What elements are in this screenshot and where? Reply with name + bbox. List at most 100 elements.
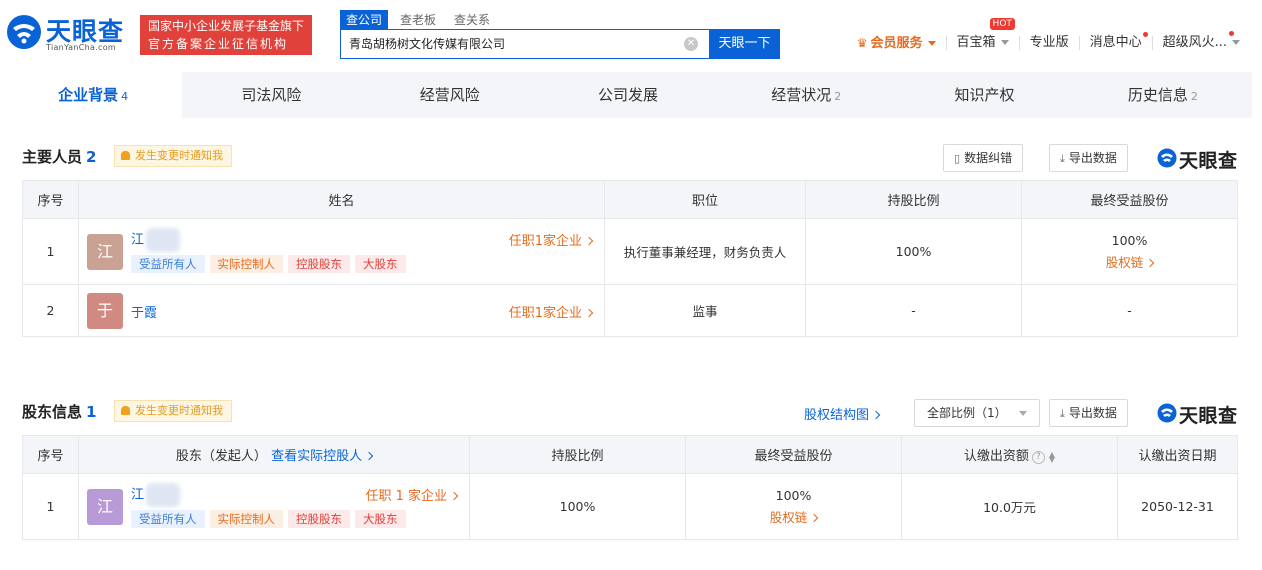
column-header: 持股比例 — [805, 180, 1022, 219]
top-header: 天眼查 TianYanCha.com 国家中小企业发展子基金旗下 官方备案企业征… — [0, 0, 1262, 72]
tab-operating-status[interactable]: 经营状况 2 — [717, 72, 895, 118]
chevron-right-icon — [584, 308, 594, 318]
search-input[interactable]: 青岛胡杨树文化传媒有限公司 ✕ — [340, 29, 710, 59]
tianyancha-logo[interactable]: 天眼查 TianYanCha.com — [6, 12, 132, 56]
shareholder-cell: 江 江 任职 1 家企业 受益所有人 实际控制人 控股股东 大股东 — [78, 473, 470, 540]
tab-operating-risk[interactable]: 经营风险 — [361, 72, 539, 118]
sort-icon[interactable]: ▲ ▼ — [1049, 450, 1055, 463]
column-header: 职位 — [604, 180, 806, 219]
benefit-value: 100% — [1111, 232, 1148, 248]
nav-vip-label: 会员服务 — [870, 35, 923, 51]
clear-icon[interactable]: ✕ — [684, 37, 698, 51]
person-name-link[interactable]: 于霞 — [131, 302, 157, 321]
notify-label: 发生变更时通知我 — [135, 149, 223, 162]
data-correction-button[interactable]: ▯ 数据纠错 — [943, 144, 1024, 172]
nav-baibaoxiang[interactable]: 百宝箱 HOT — [947, 18, 1019, 58]
blurred-name-mask — [146, 228, 181, 252]
job-count-link[interactable]: 任职1家企业 — [509, 302, 594, 321]
bell-icon — [121, 406, 130, 415]
column-header-sortable[interactable]: 认缴出资额? ▲ ▼ — [901, 435, 1118, 474]
tab-label: 司法风险 — [241, 86, 302, 104]
shareholder-name-link[interactable]: 江 — [131, 483, 181, 507]
tab-label: 公司发展 — [597, 86, 658, 104]
tab-history-info[interactable]: 历史信息 2 — [1074, 72, 1252, 118]
tab-label: 经营状况 — [771, 86, 832, 104]
ratio-filter-value: 全部比例（1） — [927, 406, 1007, 420]
nav-vip-service[interactable]: ♛ 会员服务 — [847, 28, 946, 59]
row-index: 1 — [22, 473, 79, 540]
nav-message-label: 消息中心 — [1089, 35, 1142, 50]
table-header-row: 序号 股东（发起人） 查看实际控股人 持股比例 最终受益股份 认缴出资额? ▲ ▼ … — [22, 435, 1238, 474]
tag-major-shareholder: 大股东 — [355, 255, 406, 273]
logo-mark-icon — [1157, 403, 1177, 423]
column-header: 姓名 — [78, 180, 605, 219]
chevron-right-icon — [584, 236, 594, 246]
ratio-filter-select[interactable]: 全部比例（1） — [914, 399, 1040, 427]
benefit-cell: - — [1021, 284, 1238, 337]
export-data-button[interactable]: ⤓ 导出数据 — [1049, 144, 1128, 172]
badge-line-2: 官方备案企业征信机构 — [148, 37, 289, 51]
chevron-right-icon — [871, 410, 881, 420]
column-header: 最终受益股份 — [1021, 180, 1238, 219]
nav-pro-version[interactable]: 专业版 — [1020, 28, 1079, 58]
benefit-value: 100% — [775, 487, 812, 503]
nav-user-label: 超级风火... — [1162, 35, 1227, 50]
tag-actual-controller: 实际控制人 — [209, 510, 283, 528]
table-row: 1 江 江 任职1家企业 受益所有人 实际控制人 控股股东 大股东 执行董事兼经… — [22, 218, 1238, 285]
equity-structure-link[interactable]: 股权结构图 — [804, 404, 881, 423]
equity-chain-link[interactable]: 股权链 — [1022, 252, 1237, 271]
personnel-table: 序号 姓名 职位 持股比例 最终受益股份 1 江 江 任职1家企业 受益所有人 … — [22, 180, 1238, 337]
logo-subtext: TianYanCha.com — [46, 43, 116, 52]
tab-search-relation[interactable]: 查关系 — [448, 10, 496, 30]
tab-enterprise-background[interactable]: 企业背景 4 — [4, 72, 183, 118]
tab-judicial-risk[interactable]: 司法风险 — [182, 72, 360, 118]
chevron-down-icon — [927, 40, 936, 46]
tab-count: 4 — [121, 90, 129, 103]
shareholders-title: 股东信息 1 — [22, 401, 96, 422]
person-name-link[interactable]: 江 — [131, 228, 181, 252]
tag-actual-controller: 实际控制人 — [209, 255, 283, 273]
logo-mark-icon — [7, 15, 41, 49]
job-count-link[interactable]: 任职 1 家企业 — [365, 485, 459, 504]
avatar: 江 — [87, 489, 123, 525]
brand-watermark: 天眼查 — [1157, 401, 1239, 427]
nav-message-center[interactable]: 消息中心 — [1080, 28, 1152, 58]
tag-beneficial-owner: 受益所有人 — [131, 510, 205, 528]
export-data-label: 导出数据 — [1068, 151, 1117, 165]
equity-chain-link[interactable]: 股权链 — [686, 507, 901, 526]
tab-intellectual-property[interactable]: 知识产权 — [895, 72, 1073, 118]
row-index: 1 — [22, 218, 79, 285]
nav-user-menu[interactable]: 超级风火... — [1153, 28, 1250, 58]
nav-baibaoxiang-label: 百宝箱 — [956, 35, 996, 50]
notify-label: 发生变更时通知我 — [135, 404, 223, 417]
blurred-name-mask — [146, 483, 181, 507]
shareholders-notify-button[interactable]: 发生变更时通知我 — [114, 400, 232, 422]
data-correction-label: 数据纠错 — [964, 151, 1013, 165]
tag-beneficial-owner: 受益所有人 — [131, 255, 205, 273]
shareholder-tags: 受益所有人 实际控制人 控股股东 大股东 — [131, 510, 406, 528]
view-actual-controller-link[interactable]: 查看实际控股人 — [271, 449, 374, 464]
chevron-right-icon — [364, 451, 374, 461]
chevron-down-icon — [1232, 40, 1240, 45]
search-button[interactable]: 天眼一下 — [709, 29, 780, 59]
official-badge: 国家中小企业发展子基金旗下 官方备案企业征信机构 — [140, 15, 312, 55]
tab-company-development[interactable]: 公司发展 — [539, 72, 717, 118]
tab-label: 经营风险 — [419, 86, 480, 104]
unread-dot — [1142, 32, 1148, 37]
logo-mark-icon — [1157, 148, 1177, 168]
export-data-button[interactable]: ⤓ 导出数据 — [1049, 399, 1128, 427]
column-header: 序号 — [22, 180, 79, 219]
brand-text: 天眼查 — [1179, 405, 1238, 427]
ratio-cell: 100% — [469, 473, 686, 540]
search-type-tabs: 查公司 查老板 查关系 — [340, 10, 496, 30]
tag-major-shareholder: 大股东 — [355, 510, 406, 528]
job-count-link[interactable]: 任职1家企业 — [509, 230, 594, 249]
tab-search-company[interactable]: 查公司 — [340, 10, 389, 30]
ratio-cell: 100% — [805, 218, 1022, 285]
column-header: 最终受益股份 — [685, 435, 902, 474]
unread-dot — [1229, 31, 1234, 36]
personnel-notify-button[interactable]: 发生变更时通知我 — [114, 145, 232, 167]
export-data-label: 导出数据 — [1068, 406, 1117, 420]
help-icon[interactable]: ? — [1031, 451, 1045, 464]
tab-search-boss[interactable]: 查老板 — [394, 10, 442, 30]
